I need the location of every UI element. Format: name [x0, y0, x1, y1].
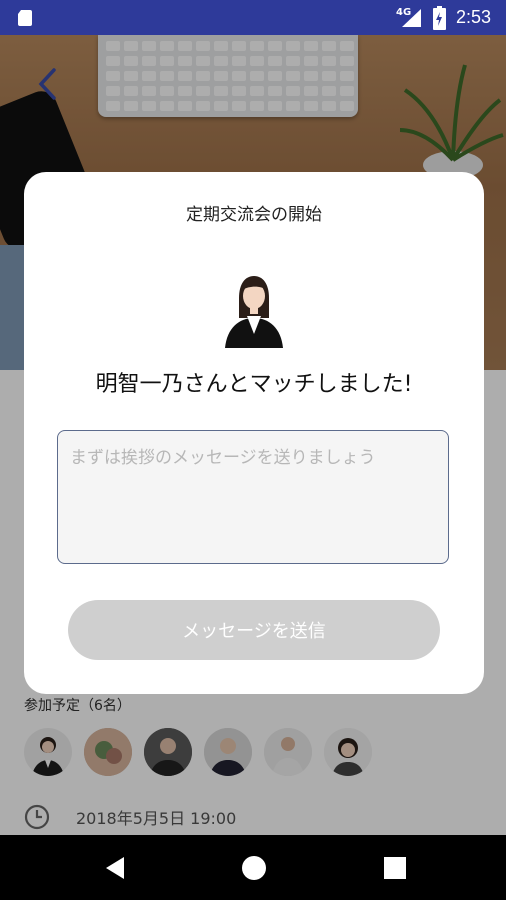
signal-icon: [402, 9, 421, 27]
nav-home-icon[interactable]: [239, 853, 269, 883]
battery-icon: [433, 6, 446, 30]
matched-user-avatar: [225, 276, 283, 348]
status-bar: 4G 2:53: [0, 0, 506, 35]
nav-recents-icon[interactable]: [380, 853, 410, 883]
nav-back-icon[interactable]: [100, 853, 130, 883]
dialog-title: 定期交流会の開始: [186, 205, 322, 225]
message-input[interactable]: [57, 430, 449, 564]
match-dialog: 定期交流会の開始 明智一乃さんとマッチしました! メッセージを送信: [24, 172, 484, 694]
navigation-bar: [0, 835, 506, 900]
clock-time: 2:53: [456, 7, 492, 27]
match-message: 明智一乃さんとマッチしました!: [95, 372, 413, 397]
sd-card-icon: [18, 10, 32, 26]
send-message-button[interactable]: メッセージを送信: [68, 600, 440, 660]
